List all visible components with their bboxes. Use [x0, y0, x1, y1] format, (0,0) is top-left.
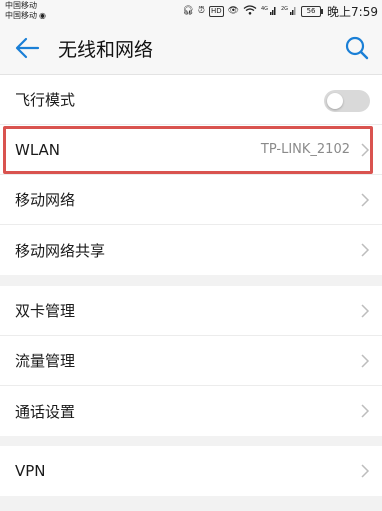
search-icon[interactable]	[344, 35, 370, 61]
dual-sim-row[interactable]: 双卡管理	[0, 286, 382, 336]
battery-icon: 56	[301, 5, 324, 17]
wlan-row[interactable]: WLAN TP-LINK_2102	[0, 125, 382, 175]
network-group: 飞行模式 WLAN TP-LINK_2102 移动网络 移动网络共享	[0, 75, 382, 275]
clock: 晚上7:59	[327, 4, 378, 19]
vpn-group: VPN	[0, 446, 382, 496]
data-indicator-icon: ◉	[39, 11, 46, 20]
signal-2-label: 2G	[281, 6, 288, 12]
tethering-label: 移动网络共享	[15, 241, 106, 260]
signal-1-icon: 4G	[261, 5, 277, 18]
airplane-mode-toggle[interactable]	[324, 90, 370, 112]
vpn-row[interactable]: VPN	[0, 446, 382, 496]
chevron-right-icon	[361, 304, 370, 318]
status-bar: 中国移动 中国移动 ◉ 🎧︎ ⏰︎ HD 👁︎ 4G 2G 56 晚上7:59	[0, 0, 382, 22]
battery-level: 56	[306, 6, 316, 15]
data-usage-row[interactable]: 流量管理	[0, 336, 382, 386]
app-header: 无线和网络	[0, 22, 382, 75]
vpn-label: VPN	[15, 462, 46, 480]
call-settings-label: 通话设置	[15, 402, 76, 421]
status-icons: 🎧︎ ⏰︎ HD 👁︎ 4G 2G 56 晚上7:59	[182, 2, 378, 20]
chevron-right-icon	[361, 354, 370, 368]
carrier-2: 中国移动	[5, 11, 37, 20]
wifi-icon	[243, 4, 257, 18]
eye-icon: 👁︎	[227, 6, 240, 16]
mobile-network-row[interactable]: 移动网络	[0, 175, 382, 225]
sim-group: 双卡管理 流量管理 通话设置	[0, 286, 382, 436]
page-title: 无线和网络	[58, 39, 154, 61]
tethering-row[interactable]: 移动网络共享	[0, 225, 382, 275]
mobile-network-label: 移动网络	[15, 191, 76, 209]
chevron-right-icon	[361, 404, 370, 418]
toggle-knob	[327, 93, 343, 109]
back-arrow-icon[interactable]	[14, 36, 40, 60]
wlan-network-name: TP-LINK_2102	[260, 142, 350, 157]
airplane-mode-row[interactable]: 飞行模式	[0, 75, 382, 125]
chevron-right-icon	[361, 193, 370, 207]
carrier-1: 中国移动	[5, 1, 37, 10]
wlan-label: WLAN	[15, 140, 61, 159]
chevron-right-icon	[361, 464, 370, 478]
call-settings-row[interactable]: 通话设置	[0, 386, 382, 436]
airplane-mode-label: 飞行模式	[15, 91, 76, 109]
alarm-icon: ⏰︎	[197, 6, 205, 16]
headset-icon: 🎧︎	[182, 6, 194, 16]
chevron-right-icon	[361, 143, 370, 157]
signal-2-icon: 2G	[281, 5, 297, 18]
data-usage-label: 流量管理	[15, 352, 76, 370]
carrier-info: 中国移动 中国移动 ◉	[5, 1, 46, 21]
dual-sim-label: 双卡管理	[15, 302, 76, 320]
chevron-right-icon	[361, 243, 370, 257]
hd-badge: HD	[208, 5, 224, 17]
signal-1-label: 4G	[261, 6, 268, 12]
